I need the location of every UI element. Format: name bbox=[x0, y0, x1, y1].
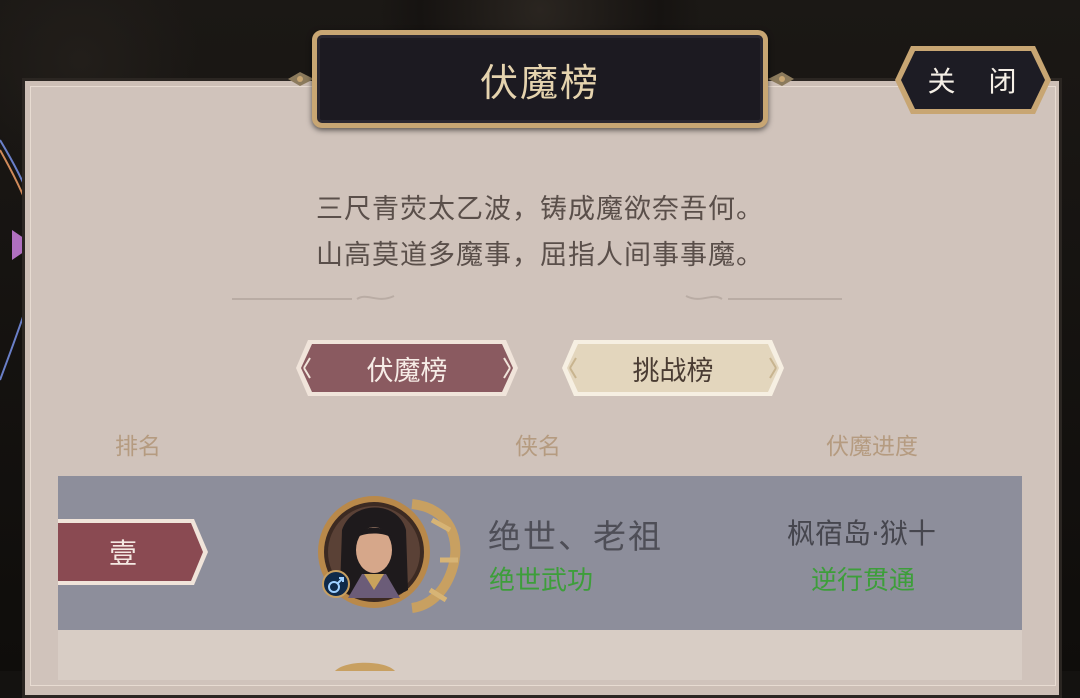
column-header-progress: 伏魔进度 bbox=[826, 434, 918, 460]
title-right-ornament-icon bbox=[768, 72, 794, 86]
progress-status: 逆行贯通 bbox=[811, 566, 916, 596]
progress-location: 枫宿岛·狱十 bbox=[787, 517, 936, 550]
tab-challenge-rank[interactable]: 挑战榜 bbox=[560, 338, 786, 398]
tab-challenge-rank-label: 挑战榜 bbox=[632, 355, 714, 387]
page-title: 伏魔榜 bbox=[479, 60, 600, 105]
tab-fumo-rank-label: 伏魔榜 bbox=[366, 355, 448, 387]
hero-avatar[interactable] bbox=[312, 490, 462, 614]
poem-line-1: 三尺青荧太乙波，铸成魔欲奈吾何。 bbox=[316, 194, 764, 225]
tab-fumo-rank[interactable]: 伏魔榜 bbox=[294, 338, 520, 398]
hero-title: 绝世武功 bbox=[489, 566, 594, 596]
divider-left bbox=[232, 295, 395, 300]
rank-badge: 壹 bbox=[58, 517, 210, 587]
hero-name: 绝世、老祖 bbox=[488, 517, 663, 556]
close-button[interactable]: 关 闭 bbox=[893, 42, 1053, 118]
column-header-hero: 侠名 bbox=[515, 434, 561, 460]
poem-line-2: 山高莫道多魔事，屈指人间事事魔。 bbox=[316, 240, 764, 271]
close-button-label: 关 闭 bbox=[927, 65, 1029, 98]
male-icon bbox=[322, 570, 350, 598]
table-row[interactable] bbox=[58, 630, 1022, 680]
divider-right bbox=[685, 295, 842, 300]
next-row-avatar bbox=[335, 662, 395, 671]
title-plate: 伏魔榜 bbox=[312, 30, 768, 128]
rank-value: 壹 bbox=[108, 537, 137, 570]
column-header-rank: 排名 bbox=[115, 434, 161, 460]
